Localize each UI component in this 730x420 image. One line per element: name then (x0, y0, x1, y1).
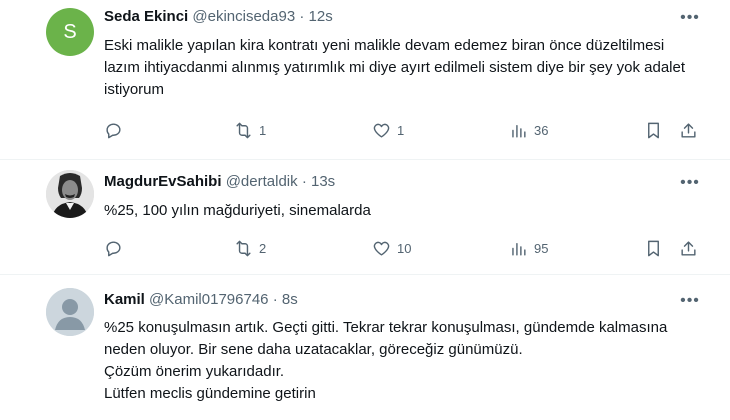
separator-dot: · (301, 173, 307, 190)
user-handle[interactable]: @dertaldik (226, 173, 298, 190)
retweet-icon (236, 122, 251, 138)
user-handle[interactable]: @ekinciseda93 (192, 8, 295, 25)
more-icon[interactable]: ••• (680, 8, 700, 28)
bookmark-icon (648, 240, 659, 256)
bookmark-icon (648, 122, 659, 138)
display-name[interactable]: Kamil (104, 291, 145, 308)
retweet-count: 2 (259, 240, 267, 256)
retweet-button[interactable]: 2 (234, 236, 266, 260)
tweet-kamil[interactable]: Kamil @Kamil01796746 · 8s ••• %25 konuşu… (0, 275, 730, 420)
reply-icon (106, 122, 121, 138)
like-count: 1 (397, 122, 405, 138)
tweet-actions: 1 1 36 (104, 118, 704, 142)
tweet-text: Eski malikle yapılan kira kontratı yeni … (104, 37, 686, 98)
share-button[interactable] (679, 118, 698, 142)
tweet-text: %25, 100 yılın mağduriyeti, sinemalarda (104, 202, 371, 219)
reply-icon (106, 240, 121, 256)
like-icon (373, 241, 390, 256)
timestamp[interactable]: 13s (311, 173, 335, 190)
bookmark-button[interactable] (644, 236, 663, 260)
retweet-icon (236, 240, 251, 256)
avatar-letter: S (63, 20, 77, 43)
like-icon (373, 123, 390, 138)
view-count: 95 (534, 240, 549, 256)
display-name[interactable]: Seda Ekinci (104, 8, 188, 25)
views-icon (512, 242, 526, 256)
share-button[interactable] (679, 236, 698, 260)
tweet-header: Kamil @Kamil01796746 · 8s (104, 290, 298, 310)
user-handle[interactable]: @Kamil01796746 (149, 291, 268, 308)
tweet-seda-ekinci[interactable]: S Seda Ekinci @ekinciseda93 · 12s ••• Es… (0, 0, 730, 160)
retweet-button[interactable]: 1 (234, 118, 266, 142)
bookmark-button[interactable] (644, 118, 663, 142)
avatar[interactable] (46, 288, 94, 336)
avatar[interactable] (46, 170, 94, 218)
tweet-header: Seda Ekinci @ekinciseda93 · 12s (104, 7, 333, 27)
avatar-portrait-image (46, 170, 94, 218)
retweet-count: 1 (259, 122, 267, 138)
tweet-text: %25 konuşulmasın artık. Geçti gitti. Tek… (104, 319, 668, 402)
tweet-header: MagdurEvSahibi @dertaldik · 13s (104, 172, 335, 192)
more-icon[interactable]: ••• (680, 291, 700, 311)
views-button[interactable]: 36 (509, 118, 548, 142)
reply-button[interactable] (104, 236, 123, 260)
tweet-magdurevsahibi[interactable]: MagdurEvSahibi @dertaldik · 13s ••• %25,… (0, 160, 730, 275)
like-button[interactable]: 10 (372, 236, 411, 260)
timestamp[interactable]: 12s (309, 8, 333, 25)
views-button[interactable]: 95 (509, 236, 548, 260)
share-icon (681, 122, 696, 138)
more-icon[interactable]: ••• (680, 173, 700, 193)
share-icon (681, 240, 696, 256)
like-count: 10 (397, 240, 412, 256)
view-count: 36 (534, 122, 549, 138)
reply-button[interactable] (104, 118, 123, 142)
like-button[interactable]: 1 (372, 118, 404, 142)
views-icon (512, 124, 526, 138)
default-profile-icon (46, 288, 94, 336)
timestamp[interactable]: 8s (282, 291, 298, 308)
display-name[interactable]: MagdurEvSahibi (104, 173, 222, 190)
separator-dot: · (299, 8, 305, 25)
avatar[interactable]: S (46, 8, 94, 56)
tweet-actions: 2 10 95 (104, 236, 704, 260)
separator-dot: · (272, 291, 278, 308)
